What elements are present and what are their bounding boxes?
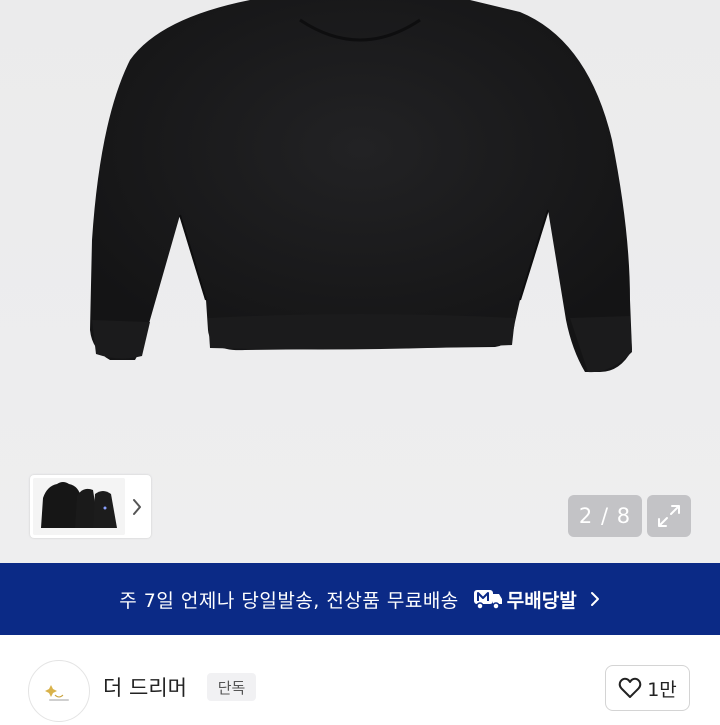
banner-text: 주 7일 언제나 당일발송, 전상품 무료배송: [119, 589, 459, 612]
image-counter: 2 / 8: [568, 495, 642, 537]
seller-name[interactable]: 더 드리머: [103, 672, 187, 702]
seller-avatar[interactable]: [28, 660, 90, 722]
badge-label: 무배당발: [506, 589, 577, 612]
chevron-right-icon: [590, 592, 599, 606]
like-button[interactable]: 1만: [605, 665, 690, 711]
free-delivery-badge: 무배당발: [473, 586, 577, 613]
thumbnail-image: [33, 478, 125, 535]
store-logo-icon: [45, 685, 69, 701]
expand-icon: [658, 505, 680, 527]
expand-button[interactable]: [647, 495, 691, 537]
heart-icon: [618, 677, 642, 698]
product-image-area[interactable]: 2 / 8: [0, 0, 720, 563]
chevron-right-icon[interactable]: [129, 497, 145, 517]
delivery-truck-icon: [473, 590, 502, 610]
exclusive-tag: 단독: [207, 673, 256, 701]
like-count: 1만: [647, 678, 677, 701]
free-shipping-banner[interactable]: 주 7일 언제나 당일발송, 전상품 무료배송 무배당발: [0, 563, 720, 635]
